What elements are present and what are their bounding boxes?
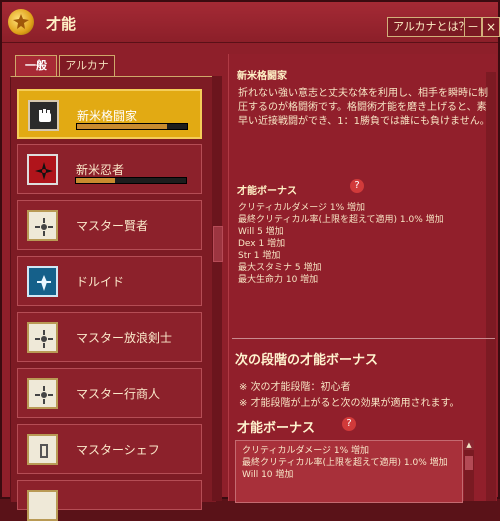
talent-progress-bar xyxy=(76,123,188,130)
talent-progress-fill xyxy=(77,124,168,129)
section-divider xyxy=(232,338,495,339)
next-bonus-box: クリティカルダメージ 1% 増加 最終クリティカル率(上限を超えて適用) 1.0… xyxy=(235,440,463,503)
window-title: 才能 xyxy=(46,15,77,33)
bullet-text: 才能段階が上がると次の効果が適用されます。 xyxy=(250,398,460,409)
bonus-line: クリティカルダメージ 1% 増加 xyxy=(242,446,370,456)
tab-general[interactable]: 一般 xyxy=(15,55,57,76)
merchant-icon xyxy=(27,378,58,409)
talent-icon xyxy=(27,490,58,521)
talent-progress-bar xyxy=(75,177,187,184)
talent-item-ninja[interactable]: 新米忍者 xyxy=(17,144,202,194)
bonus-line: 最終クリティカル率(上限を超えて適用) 1.0% 増加 xyxy=(238,215,444,225)
bonus-line: クリティカルダメージ 1% 増加 xyxy=(238,203,366,213)
talent-item-druid[interactable]: ドルイド xyxy=(17,256,202,306)
detail-description: 折れない強い意志と丈夫な体を利用し、相手を瞬時に制圧するのが格闘術です。格闘術才… xyxy=(238,88,490,127)
bonus-line: 最終クリティカル率(上限を超えて適用) 1.0% 増加 xyxy=(242,458,448,468)
close-button[interactable]: × xyxy=(482,17,500,37)
tab-arcana[interactable]: アルカナ xyxy=(59,55,115,76)
talent-window: 才能 アルカナとは？ － × 一般 アルカナ 新米格闘家 新米忍者 マスター賢者… xyxy=(0,0,500,521)
scroll-thumb[interactable] xyxy=(213,226,223,262)
talent-progress-fill xyxy=(76,178,115,183)
bonus-line: 最大スタミナ 5 増加 xyxy=(238,263,322,273)
talent-item-merchant[interactable]: マスター行商人 xyxy=(17,368,202,418)
bullet-text: 次の才能段階：初心者 xyxy=(250,382,351,393)
bonus-line: Dex 1 増加 xyxy=(238,239,286,249)
talent-name: マスター賢者 xyxy=(76,219,149,233)
talent-name: 新米忍者 xyxy=(76,163,125,177)
talent-name: 新米格闘家 xyxy=(77,109,138,123)
bonus-title: 才能ボーナス xyxy=(237,186,297,197)
talent-name: マスター放浪剣士 xyxy=(76,331,173,345)
minimize-button[interactable]: － xyxy=(464,17,482,37)
bonus-line: Will 10 増加 xyxy=(242,470,294,480)
next-stage-bullet: ※ 才能段階が上がると次の効果が適用されます。 xyxy=(239,398,460,409)
next-bonus-title: 才能ボーナス xyxy=(237,421,316,436)
next-stage-bullet: ※ 次の才能段階：初心者 xyxy=(239,382,351,393)
sage-icon xyxy=(27,210,58,241)
bonus-list: クリティカルダメージ 1% 増加 最終クリティカル率(上限を超えて適用) 1.0… xyxy=(238,202,444,286)
talent-name: ドルイド xyxy=(76,275,125,289)
next-stage-title: 次の段階の才能ボーナス xyxy=(235,353,379,368)
sword-icon xyxy=(27,322,58,353)
scroll-thumb[interactable] xyxy=(465,456,473,470)
talent-item-chef[interactable]: マスターシェフ xyxy=(17,424,202,474)
talent-item-sage[interactable]: マスター賢者 xyxy=(17,200,202,250)
help-icon[interactable]: ? xyxy=(350,179,364,193)
shuriken-icon xyxy=(27,154,58,185)
bonus-box-scrollbar[interactable]: ▲ xyxy=(464,440,474,501)
talent-name: マスター行商人 xyxy=(76,387,161,401)
talent-item-wandering-swordsman[interactable]: マスター放浪剣士 xyxy=(17,312,202,362)
talent-name: マスターシェフ xyxy=(76,443,160,457)
talent-item-fighter[interactable]: 新米格闘家 xyxy=(17,89,202,139)
talent-logo-icon xyxy=(8,9,34,35)
detail-scrollbar[interactable] xyxy=(486,72,496,501)
bonus-line: Will 5 増加 xyxy=(238,227,284,237)
druid-icon xyxy=(27,266,58,297)
bonus-line: Str 1 増加 xyxy=(238,251,281,261)
help-icon[interactable]: ? xyxy=(342,417,356,431)
chef-icon xyxy=(27,434,58,465)
fist-icon xyxy=(28,100,59,131)
title-bar[interactable]: 才能 アルカナとは？ － × xyxy=(2,2,500,43)
talent-list-scrollbar[interactable] xyxy=(212,76,223,501)
scroll-up-icon[interactable]: ▲ xyxy=(464,440,474,450)
detail-title: 新米格闘家 xyxy=(237,71,287,82)
bonus-line: 最大生命力 10 増加 xyxy=(238,275,319,285)
talent-item-next[interactable] xyxy=(17,480,202,521)
arcana-help-button[interactable]: アルカナとは？ xyxy=(387,17,476,37)
